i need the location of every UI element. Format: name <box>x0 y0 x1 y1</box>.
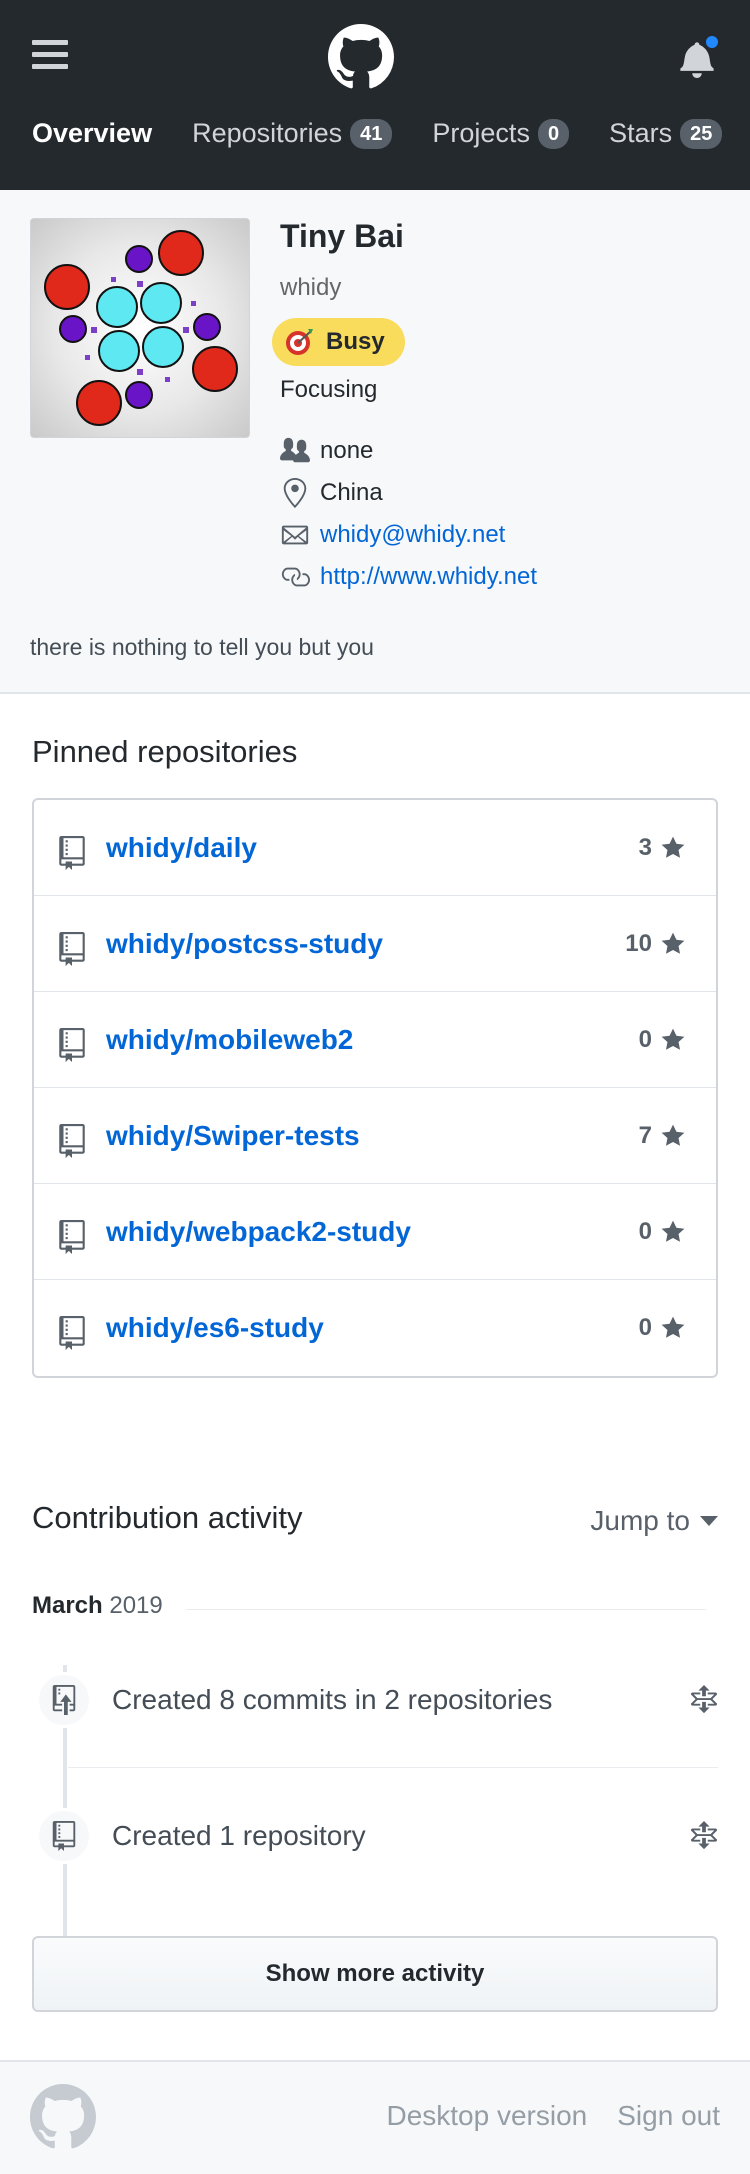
repo-icon <box>59 1219 85 1254</box>
profile-details: none China whidy@whidy.net http://www.wh… <box>280 430 537 598</box>
unread-dot <box>704 34 720 50</box>
email-row: whidy@whidy.net <box>280 514 537 556</box>
jump-to-dropdown[interactable]: Jump to <box>590 1505 718 1537</box>
activity-text: Created 1 repository <box>112 1820 366 1851</box>
activity-badge <box>36 1672 92 1728</box>
repo-name[interactable]: whidy/daily <box>106 832 639 864</box>
mail-icon <box>281 525 309 545</box>
profile-full-name: Tiny Bai <box>280 218 404 254</box>
repo-push-icon <box>52 1685 76 1715</box>
repo-icon <box>52 1821 76 1851</box>
profile-section: Tiny Bai whidy Busy Focusing none China … <box>0 190 750 694</box>
website-link[interactable]: http://www.whidy.net <box>320 563 537 591</box>
repo-name[interactable]: whidy/es6-study <box>106 1312 639 1344</box>
website-row: http://www.whidy.net <box>280 556 537 598</box>
stars-count: 25 <box>680 118 723 149</box>
pinned-repo[interactable]: whidy/webpack2-study 0 <box>34 1184 716 1280</box>
jump-to-label: Jump to <box>590 1505 690 1536</box>
notifications-icon[interactable] <box>680 34 720 78</box>
activity-divider <box>68 1767 718 1768</box>
caret-down-icon <box>700 1516 718 1526</box>
organization-text: none <box>320 437 374 464</box>
pinned-repo[interactable]: whidy/mobileweb2 0 <box>34 992 716 1088</box>
repo-stars: 0 <box>639 1218 686 1246</box>
top-header: Overview Repositories 41 Projects 0 Stars 2… <box>0 0 750 190</box>
link-icon <box>281 567 310 587</box>
email-link[interactable]: whidy@whidy.net <box>320 521 505 549</box>
repo-stars: 7 <box>639 1122 686 1150</box>
unfold-icon[interactable] <box>690 1685 718 1715</box>
location-row: China <box>280 472 537 514</box>
github-logo-icon[interactable] <box>30 2084 96 2150</box>
repo-stars: 10 <box>625 930 686 958</box>
profile-tabs: Overview Repositories 41 Projects 0 Stars 2… <box>32 118 723 149</box>
repositories-count: 41 <box>350 118 393 149</box>
repo-icon <box>59 1123 85 1158</box>
unfold-icon[interactable] <box>690 1821 718 1851</box>
status-label: Busy <box>326 328 385 355</box>
repo-name[interactable]: whidy/Swiper-tests <box>106 1120 639 1152</box>
footer-links: Desktop version Sign out <box>386 2100 720 2132</box>
repo-icon <box>59 931 85 966</box>
star-icon <box>661 1316 685 1338</box>
repo-name[interactable]: whidy/webpack2-study <box>106 1216 639 1248</box>
star-icon <box>661 932 685 954</box>
activity-item: Created 1 repository <box>36 1808 718 1864</box>
activity-item: Created 8 commits in 2 repositories <box>36 1672 718 1728</box>
tab-overview[interactable]: Overview <box>32 118 152 149</box>
repo-icon <box>59 835 85 870</box>
tab-stars[interactable]: Stars 25 <box>609 118 723 149</box>
target-emoji-icon <box>286 329 313 355</box>
desktop-version-link[interactable]: Desktop version <box>386 2100 587 2132</box>
profile-bio: there is nothing to tell you but you <box>30 634 374 660</box>
github-logo-icon[interactable] <box>328 24 394 90</box>
tab-projects[interactable]: Projects 0 <box>432 118 570 149</box>
sign-out-link[interactable]: Sign out <box>617 2100 720 2132</box>
repo-stars: 0 <box>639 1314 686 1342</box>
repo-icon <box>59 1027 85 1062</box>
repo-stars: 3 <box>639 834 686 862</box>
pinned-repo[interactable]: whidy/Swiper-tests 7 <box>34 1088 716 1184</box>
tab-repositories[interactable]: Repositories 41 <box>192 118 393 149</box>
pinned-list: whidy/daily 3 whidy/postcss-study 10 whi… <box>32 798 718 1378</box>
profile-username: whidy <box>280 274 342 301</box>
location-icon <box>283 478 307 508</box>
projects-count: 0 <box>537 118 570 149</box>
star-icon <box>661 1124 685 1146</box>
status-message: Focusing <box>280 376 378 403</box>
repo-name[interactable]: whidy/mobileweb2 <box>106 1024 639 1056</box>
repo-stars: 0 <box>639 1026 686 1054</box>
star-icon <box>661 836 685 858</box>
show-more-activity-button[interactable]: Show more activity <box>32 1936 718 2012</box>
star-icon <box>661 1220 685 1242</box>
repo-icon <box>59 1316 85 1350</box>
location-text: China <box>320 479 383 506</box>
pinned-repo[interactable]: whidy/postcss-study 10 <box>34 896 716 992</box>
avatar <box>30 218 250 438</box>
pinned-repo[interactable]: whidy/es6-study 0 <box>34 1280 716 1376</box>
month-divider <box>186 1609 706 1610</box>
month-heading: March 2019 <box>32 1592 163 1619</box>
organization-row: none <box>280 430 537 472</box>
repo-name[interactable]: whidy/postcss-study <box>106 928 625 960</box>
people-icon <box>280 437 310 463</box>
footer: Desktop version Sign out <box>0 2060 750 2174</box>
contribution-title: Contribution activity <box>32 1500 303 1535</box>
activity-text: Created 8 commits in 2 repositories <box>112 1684 553 1715</box>
pinned-title: Pinned repositories <box>32 734 298 769</box>
menu-icon[interactable] <box>32 40 68 70</box>
status-badge[interactable]: Busy <box>272 318 405 366</box>
star-icon <box>661 1028 685 1050</box>
pinned-repo[interactable]: whidy/daily 3 <box>34 800 716 896</box>
activity-badge <box>36 1808 92 1864</box>
